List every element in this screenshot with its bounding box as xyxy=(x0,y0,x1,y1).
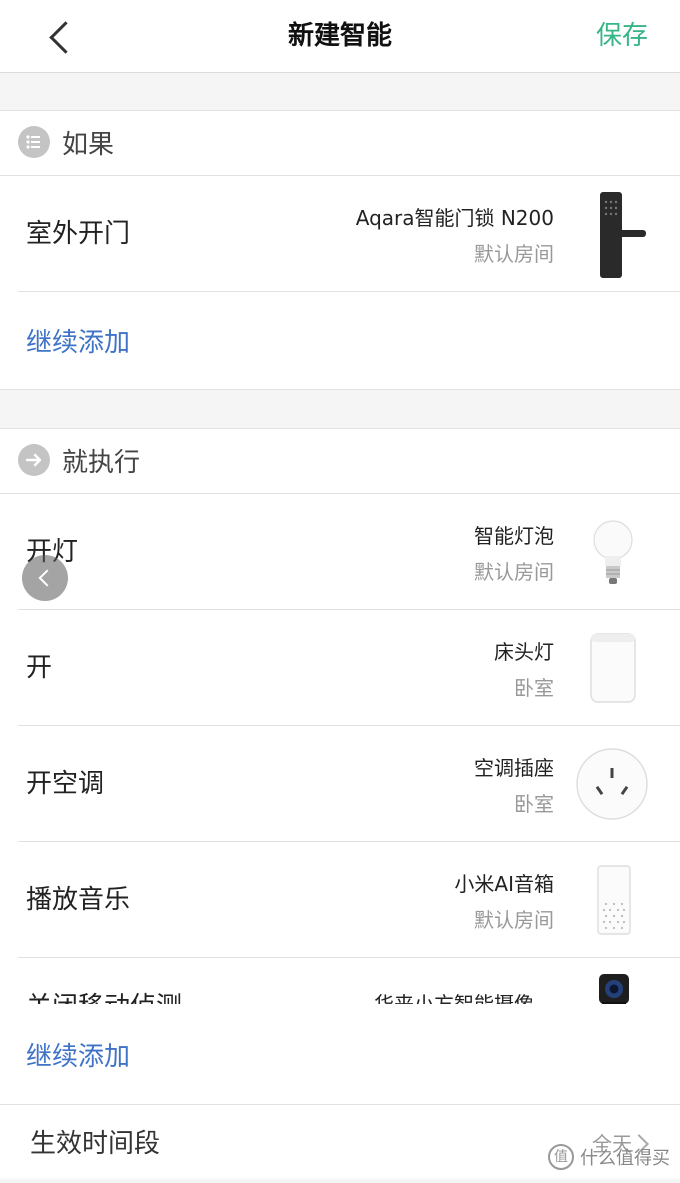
camera-icon xyxy=(599,974,629,1004)
device-room: 卧室 xyxy=(514,792,554,816)
speaker-icon xyxy=(597,865,631,935)
action-row[interactable]: 播放音乐 小米AI音箱 默认房间 xyxy=(0,842,680,958)
watermark-logo: 值 xyxy=(548,1144,574,1170)
device-room: 默认房间 xyxy=(474,242,554,266)
device-room: 默认房间 xyxy=(474,908,554,932)
then-section-title: 就执行 xyxy=(62,447,141,478)
action-row-clipped[interactable]: 关闭移动侦测 华来小方智能摄像 xyxy=(0,958,680,1004)
action-row[interactable]: 开 床头灯 卧室 xyxy=(0,610,680,726)
device-name: 智能灯泡 xyxy=(474,524,554,548)
action-label: 开 xyxy=(26,653,53,683)
then-add-more-link[interactable]: 继续添加 xyxy=(26,1036,130,1073)
action-label: 开空调 xyxy=(26,769,105,799)
device-room: 默认房间 xyxy=(474,560,554,584)
bedside-lamp-icon xyxy=(590,633,636,703)
light-bulb-icon xyxy=(593,520,633,584)
list-icon xyxy=(18,126,50,158)
if-section-header: 如果 xyxy=(18,110,114,174)
effective-time-label: 生效时间段 xyxy=(30,1129,161,1159)
watermark: 值 什么值得买 xyxy=(548,1144,670,1170)
watermark-text: 什么值得买 xyxy=(580,1148,670,1169)
divider xyxy=(0,389,680,390)
page-title: 新建智能 xyxy=(287,21,392,51)
arrow-right-icon xyxy=(18,444,50,476)
device-name: 空调插座 xyxy=(474,756,554,780)
device-name: 小米AI音箱 xyxy=(454,872,554,896)
condition-action: 室外开门 xyxy=(26,219,131,249)
if-section-title: 如果 xyxy=(62,129,115,160)
device-name: 床头灯 xyxy=(494,640,554,664)
device-name: Aqara智能门锁 N200 xyxy=(355,206,554,230)
if-condition-row[interactable]: 室外开门 Aqara智能门锁 N200 默认房间 xyxy=(0,176,680,292)
action-label: 关闭移动侦测 xyxy=(26,986,182,1004)
smart-plug-icon xyxy=(576,748,648,820)
then-section-header: 就执行 xyxy=(18,428,140,492)
if-add-more-link[interactable]: 继续添加 xyxy=(26,322,130,359)
floating-back-button[interactable] xyxy=(22,555,68,601)
divider xyxy=(18,291,680,292)
action-label: 播放音乐 xyxy=(26,885,131,915)
action-row[interactable]: 开空调 空调插座 卧室 xyxy=(0,726,680,842)
device-room: 卧室 xyxy=(514,676,554,700)
door-lock-icon xyxy=(600,192,646,278)
device-name: 华来小方智能摄像 xyxy=(374,992,534,1004)
save-button[interactable]: 保存 xyxy=(596,0,648,72)
action-row[interactable]: 开灯 智能灯泡 默认房间 xyxy=(0,494,680,610)
